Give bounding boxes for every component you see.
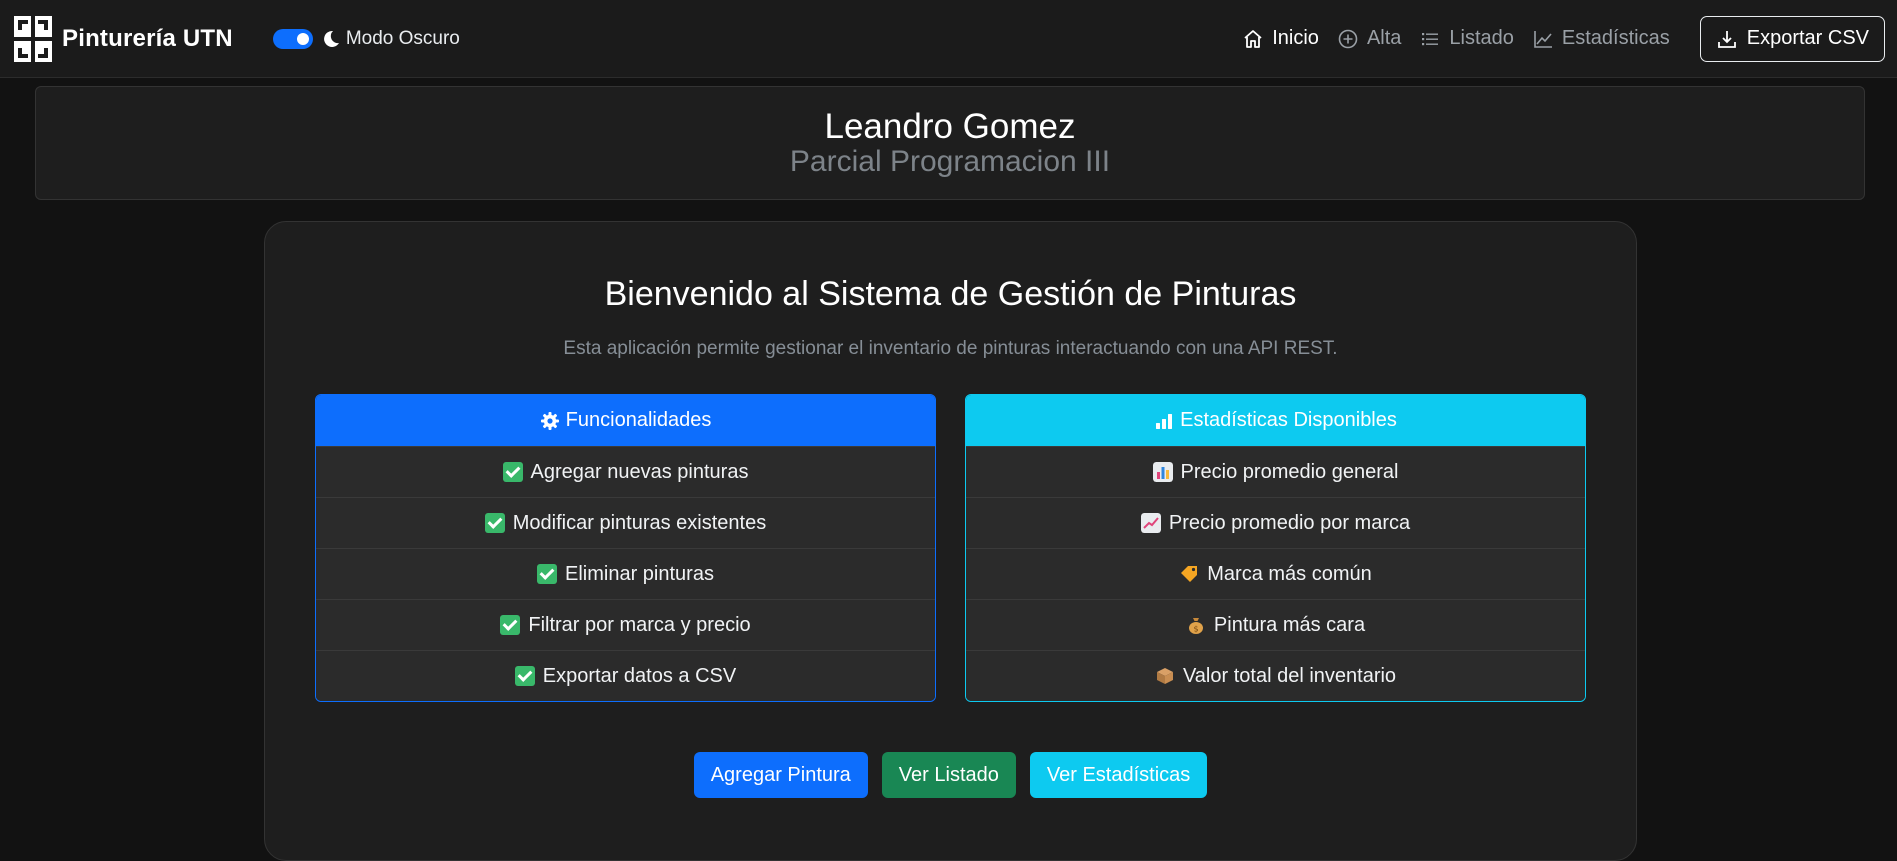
utn-logo-icon[interactable] (14, 15, 52, 62)
view-stats-button[interactable]: Ver Estadísticas (1029, 752, 1208, 798)
view-list-button[interactable]: Ver Listado (881, 752, 1016, 798)
package-emoji-icon (1156, 668, 1173, 684)
list-item: $ Pintura más cara (966, 599, 1585, 650)
list-item: Exportar datos a CSV (316, 650, 935, 701)
dark-mode-switch[interactable] (272, 28, 313, 49)
list-item-label: Agregar nuevas pinturas (530, 460, 749, 483)
list-item: Precio promedio general (966, 446, 1585, 497)
list-item-label: Marca más común (1207, 562, 1372, 585)
list-item-label: Exportar datos a CSV (542, 664, 737, 687)
list-item: Modificar pinturas existentes (316, 497, 935, 548)
nav-link-label: Estadísticas (1561, 27, 1670, 49)
welcome-card: Bienvenido al Sistema de Gestión de Pint… (264, 221, 1637, 861)
export-csv-label: Exportar CSV (1746, 27, 1869, 49)
svg-text:$: $ (1193, 625, 1198, 634)
plus-circle-icon (1338, 29, 1358, 48)
header-card: Leandro Gomez Parcial Programacion III (35, 86, 1865, 200)
check-mark-icon (484, 513, 505, 533)
list-item-label: Pintura más cara (1213, 613, 1366, 636)
nav-link-listado[interactable]: Listado (1419, 27, 1514, 50)
list-item-label: Precio promedio general (1180, 460, 1399, 483)
home-icon (1244, 29, 1262, 48)
chart-increasing-emoji-icon (1140, 513, 1161, 533)
author-name: Leandro Gomez (824, 107, 1076, 146)
nav-link-estadisticas[interactable]: Estadísticas (1532, 27, 1670, 50)
nav-link-label: Inicio (1272, 27, 1319, 49)
download-icon (1717, 30, 1736, 48)
list-icon (1422, 32, 1439, 45)
course-name: Parcial Programacion III (789, 145, 1111, 178)
graph-up-icon (1534, 30, 1552, 48)
nav-link-inicio[interactable]: Inicio (1242, 27, 1319, 50)
features-title: Funcionalidades (565, 409, 712, 431)
navbar: Pinturería UTN Modo Oscuro Inicio Alta L… (0, 0, 1897, 78)
check-mark-icon (537, 564, 558, 584)
list-item-label: Valor total del inventario (1182, 664, 1397, 687)
list-item-label: Modificar pinturas existentes (512, 511, 767, 534)
dark-mode-label: Modo Oscuro (345, 27, 460, 49)
list-item-label: Eliminar pinturas (565, 562, 714, 585)
list-item: Agregar nuevas pinturas (316, 446, 935, 497)
money-bag-emoji-icon: $ (1188, 618, 1203, 634)
list-item: Filtrar por marca y precio (316, 599, 935, 650)
check-mark-icon (514, 666, 535, 686)
action-buttons: Agregar Pintura Ver Listado Ver Estadíst… (265, 752, 1636, 798)
nav-link-label: Listado (1449, 27, 1514, 49)
gear-icon (540, 411, 559, 430)
navbar-left: Pinturería UTN Modo Oscuro (14, 15, 460, 62)
page-description: Esta aplicación permite gestionar el inv… (563, 338, 1338, 359)
stats-title: Estadísticas Disponibles (1180, 409, 1397, 431)
feature-columns: Funcionalidades Agregar nuevas pinturas … (315, 394, 1586, 702)
features-card: Funcionalidades Agregar nuevas pinturas … (315, 394, 936, 702)
dark-mode-toggle[interactable]: Modo Oscuro (272, 27, 460, 50)
export-csv-button[interactable]: Exportar CSV (1699, 15, 1885, 62)
bar-chart-icon (1156, 413, 1173, 429)
stats-header: Estadísticas Disponibles (966, 395, 1585, 446)
bar-chart-emoji-icon (1152, 462, 1173, 482)
list-item: Precio promedio por marca (966, 497, 1585, 548)
label-tag-emoji-icon (1181, 566, 1198, 582)
stats-card: Estadísticas Disponibles Precio promedio… (965, 394, 1586, 702)
list-item-label: Filtrar por marca y precio (528, 613, 751, 636)
list-item: Valor total del inventario (966, 650, 1585, 701)
features-header: Funcionalidades (316, 395, 935, 446)
list-item-label: Precio promedio por marca (1168, 511, 1411, 534)
page-title: Bienvenido al Sistema de Gestión de Pint… (604, 275, 1297, 313)
nav-link-label: Alta (1366, 27, 1402, 49)
navbar-right: Inicio Alta Listado Estadísticas Exporta… (1224, 15, 1885, 62)
check-mark-icon (502, 462, 523, 482)
brand-name[interactable]: Pinturería UTN (62, 25, 233, 53)
moon-icon (323, 30, 339, 47)
list-item: Eliminar pinturas (316, 548, 935, 599)
add-paint-button[interactable]: Agregar Pintura (693, 752, 868, 798)
list-item: Marca más común (966, 548, 1585, 599)
nav-link-alta[interactable]: Alta (1337, 27, 1401, 50)
check-mark-icon (500, 615, 521, 635)
